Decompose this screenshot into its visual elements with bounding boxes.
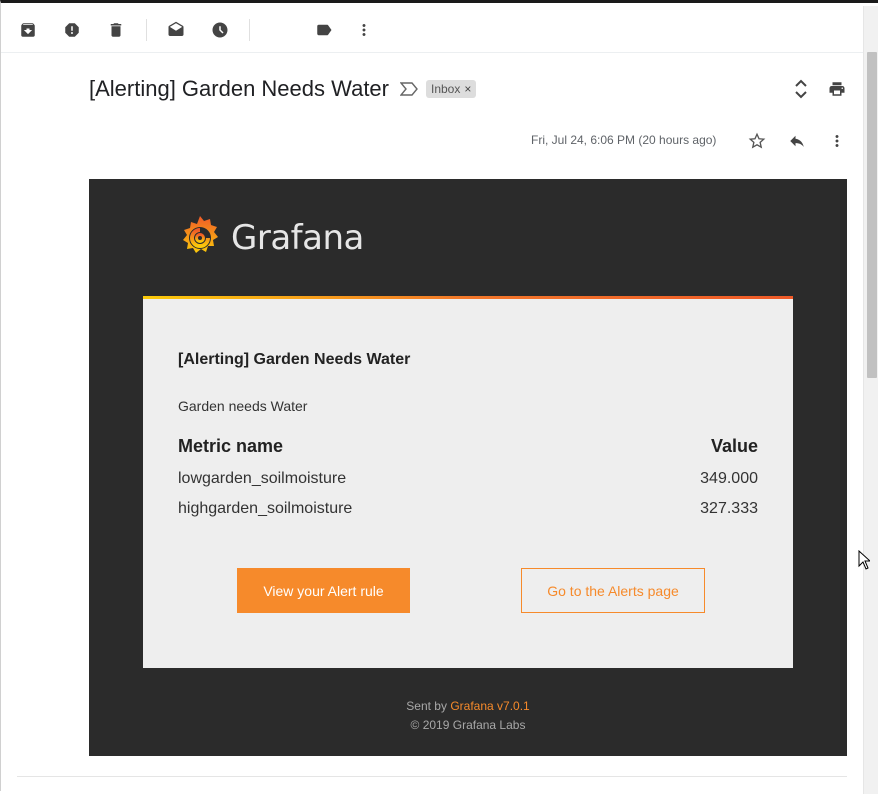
- view-alert-rule-button[interactable]: View your Alert rule: [237, 568, 410, 613]
- delete-icon[interactable]: [104, 18, 128, 42]
- message-subject: [Alerting] Garden Needs Water: [89, 76, 389, 101]
- message-more-icon[interactable]: [825, 129, 849, 153]
- grafana-logo-text: Grafana: [231, 218, 364, 258]
- message-date: Fri, Jul 24, 6:06 PM (20 hours ago): [531, 133, 717, 147]
- alert-title: [Alerting] Garden Needs Water: [178, 351, 411, 368]
- metric-value: 349.000: [700, 470, 758, 487]
- star-icon[interactable]: [745, 129, 769, 153]
- reply-icon[interactable]: [785, 129, 809, 153]
- grafana-version-link[interactable]: Grafana v7.0.1: [450, 699, 529, 713]
- snooze-icon[interactable]: [208, 18, 232, 42]
- metric-name: lowgarden_soilmoisture: [178, 470, 347, 487]
- grafana-logo-icon: [183, 216, 218, 253]
- message-divider: [17, 776, 847, 777]
- value-header: Value: [710, 436, 758, 456]
- grafana-logo: Grafana: [177, 213, 364, 263]
- label-chip-text: Inbox: [431, 82, 461, 96]
- alert-message: Garden needs Water: [178, 398, 308, 414]
- metric-value: 327.333: [700, 500, 758, 517]
- table-row: highgarden_soilmoisture 327.333: [178, 500, 758, 518]
- importance-marker-icon[interactable]: [399, 82, 418, 101]
- table-row: lowgarden_soilmoisture 349.000: [178, 470, 758, 488]
- expand-collapse-icon[interactable]: [789, 77, 813, 101]
- email-footer: Sent by Grafana v7.0.1 © 2019 Grafana La…: [89, 697, 847, 735]
- mouse-cursor-icon: [858, 549, 872, 575]
- alert-card: [Alerting] Garden Needs Water Garden nee…: [143, 296, 793, 668]
- scrollbar[interactable]: [863, 6, 878, 794]
- metric-name: highgarden_soilmoisture: [178, 500, 353, 517]
- scrollbar-thumb[interactable]: [867, 52, 877, 378]
- go-to-alerts-page-button[interactable]: Go to the Alerts page: [521, 568, 705, 613]
- archive-icon[interactable]: [16, 18, 40, 42]
- report-spam-icon[interactable]: [60, 18, 84, 42]
- card-accent-bar: [143, 296, 793, 299]
- message-toolbar: [1, 6, 863, 53]
- email-content: Grafana [Alerting] Garden Needs Water Ga…: [89, 179, 847, 756]
- print-icon[interactable]: [825, 77, 849, 101]
- gmail-window: [Alerting] Garden Needs Water Inbox × Fr…: [0, 0, 878, 794]
- remove-label-icon[interactable]: ×: [464, 80, 471, 98]
- metrics-table-header: Metric name Value: [178, 436, 758, 457]
- toolbar-divider: [249, 19, 250, 41]
- sent-by-text: Sent by: [406, 699, 447, 713]
- toolbar-divider: [146, 19, 147, 41]
- mark-unread-icon[interactable]: [164, 18, 188, 42]
- sent-by-line: Sent by Grafana v7.0.1: [89, 697, 847, 716]
- more-vert-icon[interactable]: [352, 18, 376, 42]
- label-icon[interactable]: [312, 18, 336, 42]
- label-chip-inbox[interactable]: Inbox ×: [426, 80, 477, 98]
- copyright: © 2019 Grafana Labs: [410, 718, 526, 732]
- metric-name-header: Metric name: [178, 436, 284, 456]
